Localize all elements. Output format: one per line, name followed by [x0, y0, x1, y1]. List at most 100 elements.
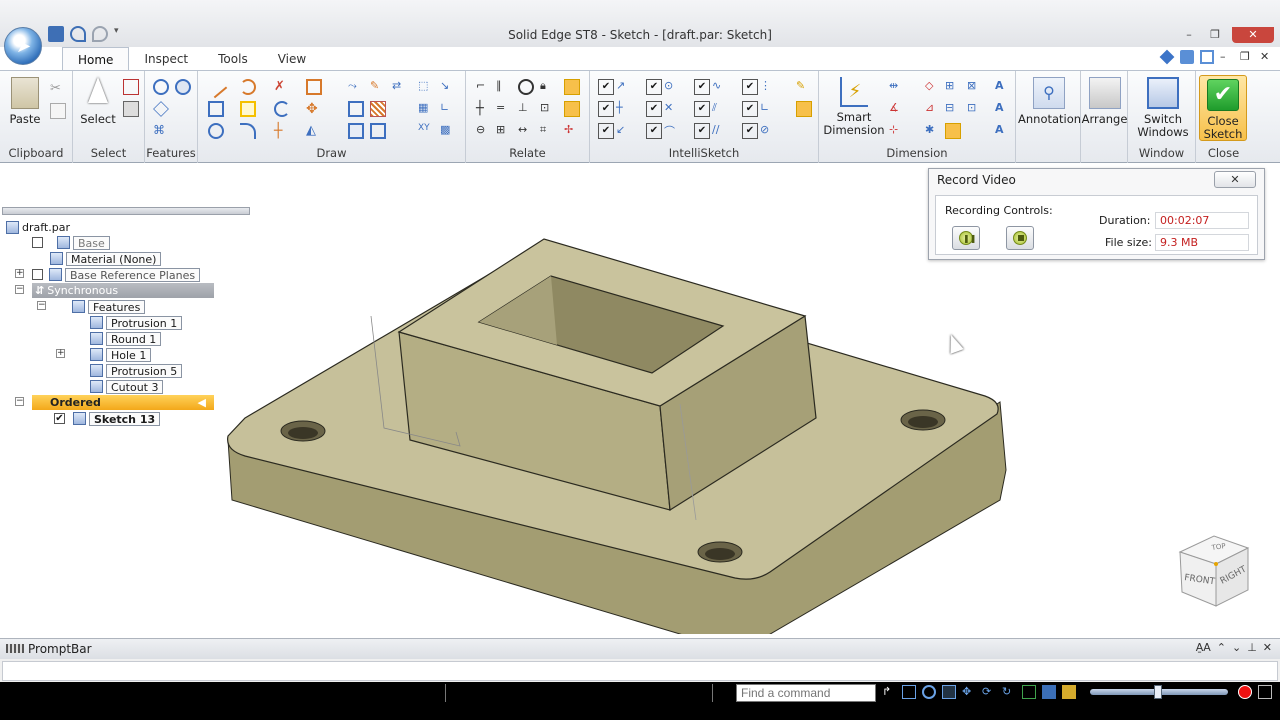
distance-between-icon[interactable]: ⇹ — [889, 79, 905, 95]
tree-item-base-ref-planes[interactable]: Base Reference Planes — [32, 267, 201, 282]
grid-icon[interactable]: ▩ — [440, 123, 456, 139]
tree-item-material[interactable]: Material (None) — [50, 251, 162, 266]
convert-icon[interactable]: ⇄ — [392, 79, 408, 95]
parallel-icon[interactable]: ∥ — [496, 79, 512, 95]
intellisketch-check-4[interactable]: ✔ — [742, 79, 758, 95]
symmetric-icon[interactable] — [564, 101, 580, 117]
intellisketch-check-6[interactable]: ✔ — [646, 101, 662, 117]
line-icon[interactable] — [204, 75, 228, 99]
silhouette-icon[interactable]: ⫽ — [712, 101, 728, 117]
help-diamond-icon[interactable] — [1159, 49, 1175, 65]
doc-restore-icon[interactable]: ❐ — [1240, 50, 1254, 64]
pan-icon[interactable]: ✥ — [962, 685, 976, 699]
intellisketch-check-7[interactable]: ✔ — [694, 101, 710, 117]
dim-text-small-icon[interactable]: A — [995, 123, 1011, 139]
angle-between-icon[interactable]: ∡ — [889, 101, 905, 117]
record-icon[interactable] — [1238, 685, 1252, 699]
construction-icon[interactable]: ⬚ — [418, 79, 434, 95]
mirror-copy-icon[interactable] — [370, 123, 386, 139]
endpoint-icon[interactable]: ↗ — [616, 79, 632, 95]
center-icon[interactable]: ⊙ — [664, 79, 680, 95]
select-button[interactable]: Select — [77, 77, 119, 126]
record-video-close-button[interactable]: ✕ — [1214, 171, 1256, 188]
sketch13-checkbox[interactable]: ✔ — [54, 413, 65, 424]
maintain-relationships-icon[interactable] — [564, 79, 580, 95]
dim-axis-icon[interactable]: ⊞ — [945, 79, 961, 95]
intellisketch-check-12[interactable]: ✔ — [742, 123, 758, 139]
midpoint-icon[interactable]: ┼ — [616, 101, 632, 117]
tab-home[interactable]: Home — [62, 47, 130, 71]
doc-minimize-icon[interactable]: – — [1220, 50, 1234, 64]
select-filter-icon[interactable] — [123, 101, 139, 117]
application-button[interactable]: ➤ — [4, 27, 42, 65]
hole-feature-icon[interactable] — [153, 79, 169, 95]
connect-icon[interactable]: ⌐ — [476, 79, 492, 95]
perpendicular-snap-icon[interactable]: ∟ — [760, 101, 776, 117]
extend-icon[interactable] — [348, 101, 364, 117]
select-tools-icon[interactable] — [123, 79, 139, 95]
intellisketch-check-3[interactable]: ✔ — [694, 79, 710, 95]
minimize-button[interactable]: – — [1178, 27, 1200, 43]
relationship-handles-icon[interactable]: ✢ — [564, 123, 580, 139]
dim-highlight-icon[interactable] — [945, 123, 961, 139]
tree-item-protrusion1[interactable]: Protrusion 1 — [90, 315, 183, 330]
pathfinder-resize-handle[interactable] — [2, 207, 250, 215]
pause-recording-button[interactable]: ❚❚ — [952, 226, 980, 250]
intellisketch-check-5[interactable]: ✔ — [598, 101, 614, 117]
tree-item-synchronous[interactable]: ⇵ Synchronous — [32, 283, 214, 298]
zoom-area-icon[interactable] — [902, 685, 916, 699]
tab-inspect[interactable]: Inspect — [129, 47, 203, 71]
arc-icon[interactable] — [240, 79, 256, 95]
lock-icon[interactable]: 🔒︎ — [540, 79, 556, 95]
expand-hole1[interactable]: + — [56, 349, 65, 358]
font-size-icon[interactable]: A̱A — [1196, 641, 1211, 654]
circle-icon[interactable] — [208, 123, 224, 139]
intellisketch-check-10[interactable]: ✔ — [646, 123, 662, 139]
intellisketch-check-1[interactable]: ✔ — [598, 79, 614, 95]
shading-icon[interactable] — [1062, 685, 1076, 699]
smart-dimension-button[interactable]: ⚡ Smart Dimension — [823, 77, 885, 137]
intellisketch-check-8[interactable]: ✔ — [742, 101, 758, 117]
intellisketch-check-2[interactable]: ✔ — [646, 79, 662, 95]
move-icon[interactable]: ✥ — [306, 101, 322, 117]
round-feature-icon[interactable] — [175, 79, 191, 95]
fill-icon[interactable] — [370, 101, 386, 117]
intellisketch-highlight-icon[interactable] — [796, 101, 812, 117]
pin-icon[interactable]: ⊥ — [1247, 641, 1257, 654]
tree-root[interactable]: draft.par — [6, 220, 70, 235]
cut-icon[interactable]: ✂ — [50, 81, 66, 97]
variables-icon[interactable]: ⊡ — [967, 101, 983, 117]
stop-recording-button[interactable] — [1006, 226, 1034, 250]
rotate-arrow-icon[interactable]: ↱ — [882, 685, 896, 699]
fillet-icon[interactable] — [240, 101, 256, 117]
rectangle-icon[interactable] — [208, 101, 224, 117]
point-icon[interactable]: ┼ — [274, 123, 290, 139]
arc-snap-icon[interactable]: ⌒ — [664, 123, 680, 139]
symmetric-dim-icon[interactable]: ◇ — [925, 79, 941, 95]
base-checkbox[interactable] — [32, 237, 43, 248]
tree-item-protrusion5[interactable]: Protrusion 5 — [90, 363, 183, 378]
corner-icon[interactable]: ∟ — [440, 101, 456, 117]
tab-view[interactable]: View — [263, 47, 321, 71]
sketch-view-icon[interactable] — [348, 123, 364, 139]
collapse-synchronous[interactable]: − — [15, 285, 24, 294]
tangent-snap-icon[interactable]: ∿ — [712, 79, 728, 95]
zoom-icon[interactable] — [922, 685, 936, 699]
include-icon[interactable]: ✎ — [370, 79, 386, 95]
split-icon[interactable]: ↘ — [440, 79, 456, 95]
view-orientation-icon[interactable] — [1042, 685, 1056, 699]
find-command-input[interactable] — [736, 684, 876, 702]
paste-button[interactable]: Paste — [4, 77, 46, 126]
curve-icon[interactable] — [240, 123, 256, 139]
tree-item-cutout3[interactable]: Cutout 3 — [90, 379, 164, 394]
pattern-feature-icon[interactable] — [153, 101, 169, 117]
tab-tools[interactable]: Tools — [203, 47, 263, 71]
parallel-snap-icon[interactable]: ∕∕ — [712, 123, 728, 139]
collapse-features[interactable]: − — [37, 301, 46, 310]
coordinate-dim-icon[interactable]: ⊹ — [889, 123, 905, 139]
project-icon[interactable]: ⤳ — [348, 79, 364, 95]
fit-icon[interactable] — [942, 685, 956, 699]
relationship-assistant-icon[interactable]: ⌗ — [540, 123, 556, 139]
tree-item-hole1[interactable]: Hole 1 — [90, 347, 152, 362]
chamfer-icon[interactable] — [274, 101, 290, 117]
